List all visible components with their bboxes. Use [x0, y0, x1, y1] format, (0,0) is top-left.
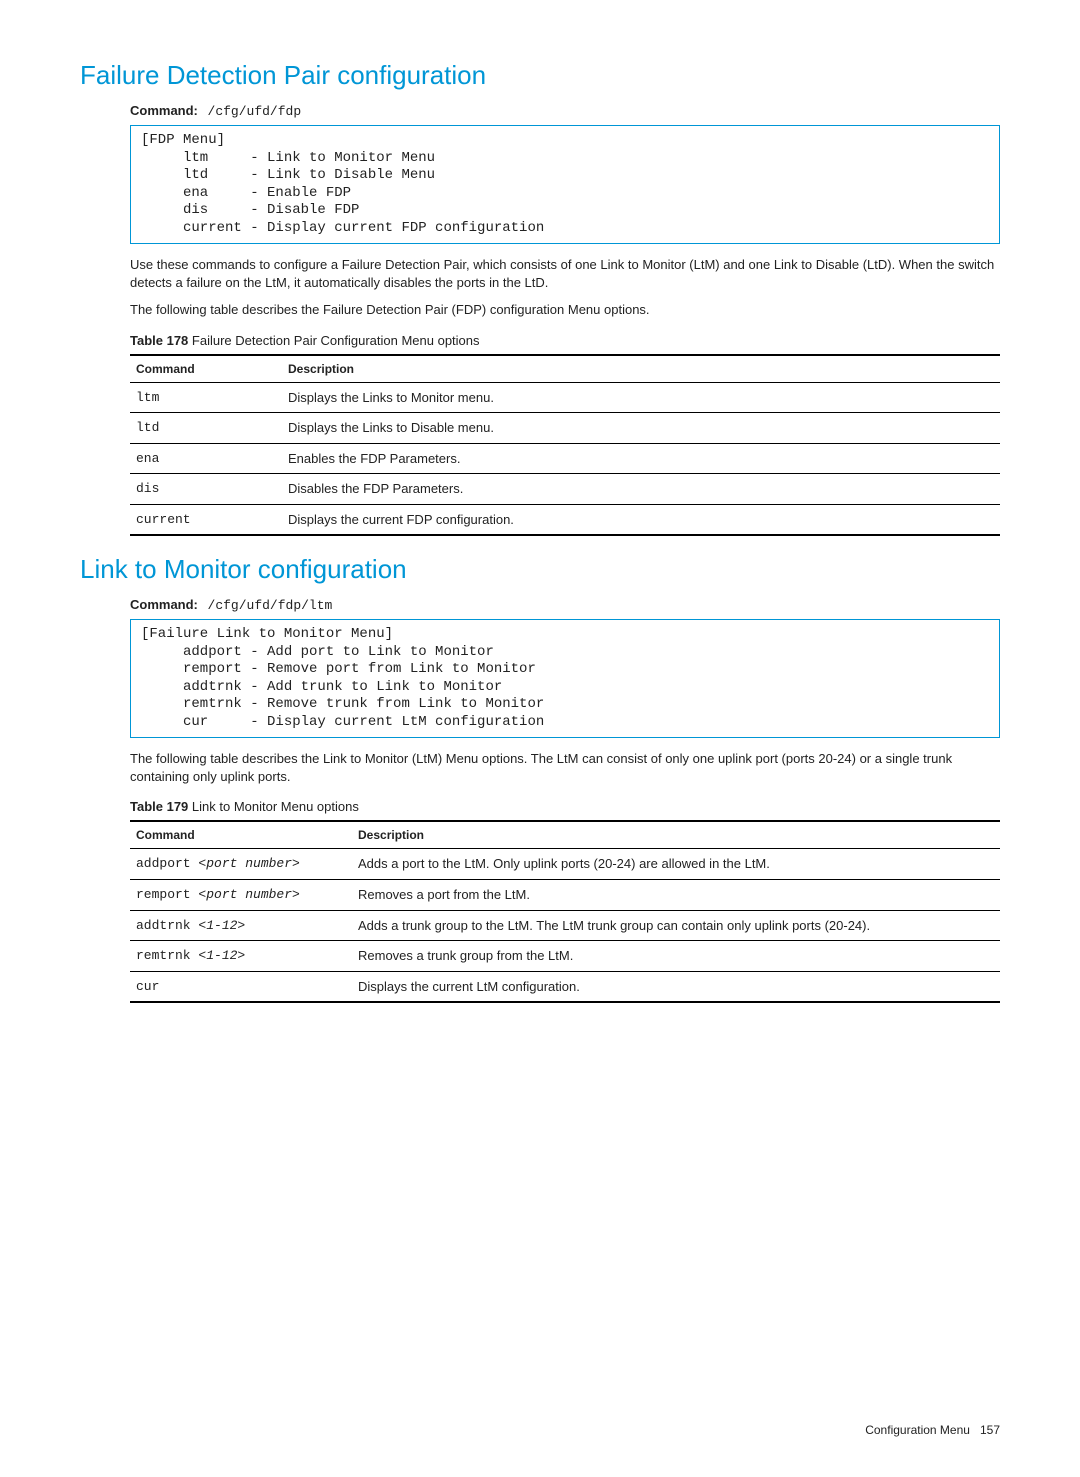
desc-cell: Displays the Links to Monitor menu. — [282, 382, 1000, 413]
table-row: ltm Displays the Links to Monitor menu. — [130, 382, 1000, 413]
table-row: ltd Displays the Links to Disable menu. — [130, 413, 1000, 444]
cmd-cell: ltm — [130, 382, 282, 413]
cmd-cell: ltd — [130, 413, 282, 444]
paragraph-ltm-intro: The following table describes the Link t… — [130, 750, 1000, 785]
command-line-ltm: Command: /cfg/ufd/fdp/ltm — [130, 597, 1000, 613]
th-description: Description — [352, 821, 1000, 849]
table-label: Table 179 — [130, 799, 188, 814]
cmd-cell: remport <port number> — [130, 880, 352, 911]
th-command: Command — [130, 821, 352, 849]
paragraph-fdp-table-intro: The following table describes the Failur… — [130, 301, 1000, 319]
table-row: cur Displays the current LtM configurati… — [130, 971, 1000, 1002]
cmd-cell: addtrnk <1-12> — [130, 910, 352, 941]
cmd-cell: cur — [130, 971, 352, 1002]
section-heading-ltm: Link to Monitor configuration — [80, 554, 1000, 585]
table-row: addport <port number> Adds a port to the… — [130, 849, 1000, 880]
cmd-cell: addport <port number> — [130, 849, 352, 880]
desc-cell: Adds a port to the LtM. Only uplink port… — [352, 849, 1000, 880]
table-caption-179: Table 179 Link to Monitor Menu options — [130, 799, 1000, 814]
table-caption-text: Link to Monitor Menu options — [188, 799, 359, 814]
footer-page-number: 157 — [980, 1423, 1000, 1437]
table-row: dis Disables the FDP Parameters. — [130, 474, 1000, 505]
cmd-cell: current — [130, 504, 282, 535]
desc-cell: Disables the FDP Parameters. — [282, 474, 1000, 505]
table-row: ena Enables the FDP Parameters. — [130, 443, 1000, 474]
paragraph-fdp-intro: Use these commands to configure a Failur… — [130, 256, 1000, 291]
command-path: /cfg/ufd/fdp/ltm — [208, 598, 333, 613]
command-path: /cfg/ufd/fdp — [208, 104, 302, 119]
cmd-cell: dis — [130, 474, 282, 505]
footer-section: Configuration Menu — [865, 1423, 970, 1437]
table-caption-text: Failure Detection Pair Configuration Men… — [188, 333, 479, 348]
table-row: current Displays the current FDP configu… — [130, 504, 1000, 535]
cmd-cell: remtrnk <1-12> — [130, 941, 352, 972]
th-description: Description — [282, 355, 1000, 383]
desc-cell: Displays the current LtM configuration. — [352, 971, 1000, 1002]
page-footer: Configuration Menu 157 — [80, 1423, 1000, 1437]
command-label: Command: — [130, 597, 198, 612]
table-caption-178: Table 178 Failure Detection Pair Configu… — [130, 333, 1000, 348]
th-command: Command — [130, 355, 282, 383]
desc-cell: Enables the FDP Parameters. — [282, 443, 1000, 474]
desc-cell: Removes a trunk group from the LtM. — [352, 941, 1000, 972]
table-ltm-options: Command Description addport <port number… — [130, 820, 1000, 1003]
desc-cell: Removes a port from the LtM. — [352, 880, 1000, 911]
codeblock-ltm: [Failure Link to Monitor Menu] addport -… — [130, 619, 1000, 738]
table-row: remport <port number> Removes a port fro… — [130, 880, 1000, 911]
section-heading-fdp: Failure Detection Pair configuration — [80, 60, 1000, 91]
table-row: remtrnk <1-12> Removes a trunk group fro… — [130, 941, 1000, 972]
table-fdp-options: Command Description ltm Displays the Lin… — [130, 354, 1000, 537]
codeblock-fdp: [FDP Menu] ltm - Link to Monitor Menu lt… — [130, 125, 1000, 244]
command-label: Command: — [130, 103, 198, 118]
desc-cell: Displays the Links to Disable menu. — [282, 413, 1000, 444]
table-label: Table 178 — [130, 333, 188, 348]
desc-cell: Adds a trunk group to the LtM. The LtM t… — [352, 910, 1000, 941]
cmd-cell: ena — [130, 443, 282, 474]
command-line-fdp: Command: /cfg/ufd/fdp — [130, 103, 1000, 119]
desc-cell: Displays the current FDP configuration. — [282, 504, 1000, 535]
table-row: addtrnk <1-12> Adds a trunk group to the… — [130, 910, 1000, 941]
